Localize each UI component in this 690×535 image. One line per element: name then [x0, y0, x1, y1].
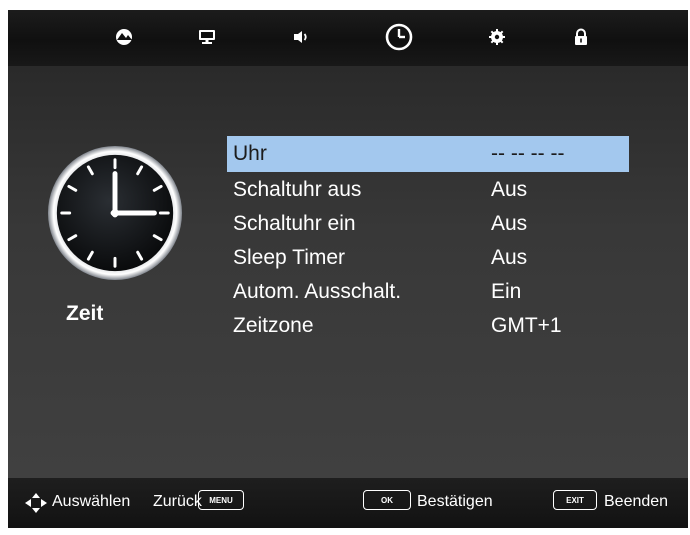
navigation-arrows-icon: [25, 493, 47, 513]
clock-icon: [385, 23, 413, 51]
time-settings-menu: Uhr -- -- -- -- Schaltuhr aus Aus Schalt…: [227, 136, 629, 342]
menu-item-label: Autom. Ausschalt.: [233, 280, 402, 303]
tab-picture[interactable]: [107, 20, 141, 54]
back-hint: Zurück: [153, 493, 202, 510]
help-bar: Auswählen Zurück MENU OK Bestätigen EXIT…: [8, 478, 688, 528]
monitor-icon: [199, 30, 215, 44]
menu-item-value: -- -- -- --: [491, 142, 565, 165]
menu-item-sleep-timer[interactable]: Sleep Timer Aus: [227, 240, 629, 274]
menu-item-value: GMT+1: [491, 314, 562, 337]
picture-icon: [116, 29, 132, 45]
menu-key[interactable]: MENU: [198, 490, 244, 510]
menu-item-uhr[interactable]: Uhr -- -- -- --: [227, 136, 629, 172]
gear-icon: [489, 29, 505, 45]
tv-osd-screen: Zeit Uhr -- -- -- -- Schaltuhr aus Aus S…: [8, 10, 688, 528]
tab-display[interactable]: [190, 20, 224, 54]
category-tab-bar: [8, 10, 688, 66]
menu-item-label: Zeitzone: [233, 314, 314, 337]
confirm-hint: Bestätigen: [417, 493, 493, 510]
tab-setup[interactable]: [480, 20, 514, 54]
menu-item-zeitzone[interactable]: Zeitzone GMT+1: [227, 308, 629, 342]
lock-icon: [575, 28, 587, 45]
menu-item-schaltuhr-ein[interactable]: Schaltuhr ein Aus: [227, 206, 629, 240]
menu-item-value: Aus: [491, 212, 528, 235]
ok-key[interactable]: OK: [363, 490, 411, 510]
tab-audio[interactable]: [284, 20, 318, 54]
select-hint: Auswählen: [52, 493, 131, 510]
tab-time[interactable]: [382, 20, 416, 54]
large-clock-icon: [47, 145, 183, 281]
speaker-icon: [294, 31, 307, 43]
menu-item-label: Schaltuhr ein: [233, 212, 356, 235]
menu-item-value: Ein: [491, 280, 522, 303]
tab-lock[interactable]: [564, 20, 598, 54]
menu-item-value: Aus: [491, 178, 528, 201]
menu-item-autom-ausschalt[interactable]: Autom. Ausschalt. Ein: [227, 274, 629, 308]
exit-key[interactable]: EXIT: [553, 490, 597, 510]
menu-item-label: Sleep Timer: [233, 246, 346, 269]
menu-item-label: Schaltuhr aus: [233, 178, 362, 201]
menu-item-schaltuhr-aus[interactable]: Schaltuhr aus Aus: [227, 172, 629, 206]
exit-hint: Beenden: [604, 493, 669, 510]
section-title: Zeit: [66, 302, 104, 325]
menu-item-value: Aus: [491, 246, 528, 269]
menu-item-label: Uhr: [233, 142, 267, 165]
menu-content-area: Zeit Uhr -- -- -- -- Schaltuhr aus Aus S…: [8, 66, 688, 478]
